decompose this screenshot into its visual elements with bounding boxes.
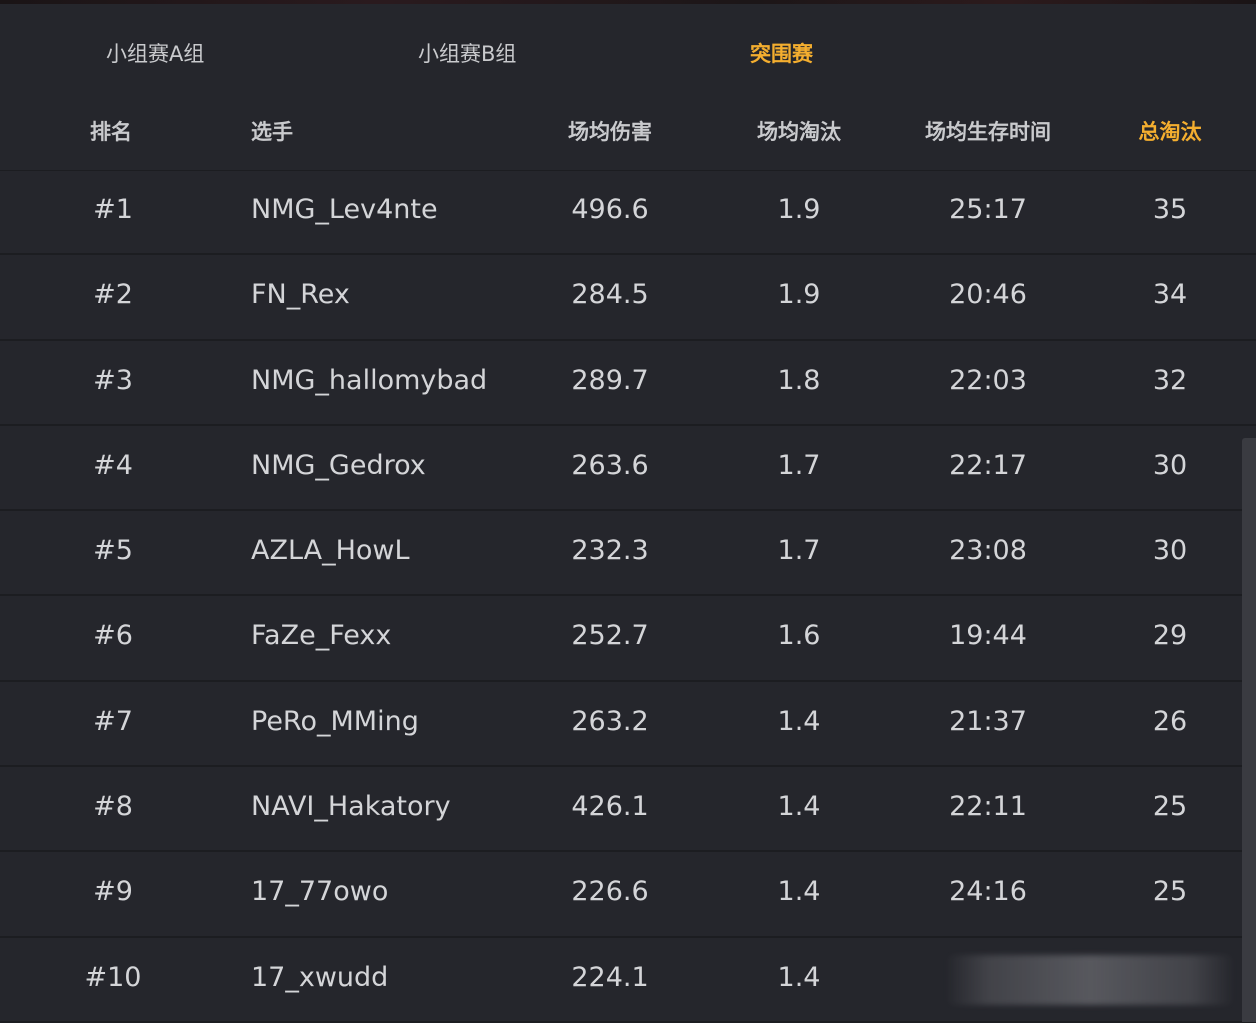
cell-avg-damage: 496.6 (571, 194, 649, 225)
cell-player: AZLA_HowL (251, 535, 410, 567)
tab-group-a[interactable]: 小组赛A组 (106, 38, 204, 68)
cell-player: PeRo_MMing (251, 705, 419, 737)
cell-avg-damage: 263.2 (571, 705, 649, 737)
cell-rank: #4 (93, 449, 133, 481)
tab-bar: 小组赛A组 小组赛B组 突围赛 (0, 4, 1256, 94)
cell-avg-kills: 1.8 (777, 364, 821, 396)
table-row[interactable]: #5 AZLA_HowL 232.3 1.7 23:08 30 (0, 511, 1256, 597)
cell-avg-survival: 22:03 (949, 364, 1027, 396)
cell-rank: #1 (93, 194, 133, 225)
cell-avg-survival: 24:16 (949, 876, 1027, 908)
cell-player: NMG_Lev4nte (251, 194, 438, 225)
table-row[interactable]: #6 FaZe_Fexx 252.7 1.6 19:44 29 (0, 596, 1256, 682)
cell-total-kills: 25 (1152, 791, 1188, 823)
cell-avg-damage: 426.1 (571, 791, 649, 823)
cell-rank: #2 (93, 279, 133, 311)
cell-avg-damage: 284.5 (571, 279, 649, 311)
cell-avg-kills: 1.4 (777, 705, 821, 737)
cell-avg-damage: 263.6 (571, 449, 649, 481)
cell-avg-damage: 226.6 (571, 876, 649, 908)
table-row[interactable]: #7 PeRo_MMing 263.2 1.4 21:37 26 (0, 682, 1256, 768)
table-row[interactable]: #3 NMG_hallomybad 289.7 1.8 22:03 32 (0, 341, 1256, 426)
cell-avg-survival: 22:17 (949, 449, 1027, 481)
cell-total-kills: 29 (1152, 620, 1188, 652)
cell-avg-survival: 20:46 (949, 279, 1027, 311)
cell-avg-survival: 23:08 (949, 535, 1027, 567)
cell-avg-kills: 1.4 (777, 876, 821, 908)
cell-player: FaZe_Fexx (251, 620, 392, 652)
cell-total-kills: 35 (1152, 194, 1188, 225)
table-row[interactable]: #1 NMG_Lev4nte 496.6 1.9 25:17 35 (0, 170, 1256, 256)
cell-avg-kills: 1.9 (777, 194, 821, 225)
cell-total-kills: 25 (1152, 876, 1188, 908)
cell-total-kills: 26 (1152, 705, 1188, 737)
header-total-kills[interactable]: 总淘汰 (1139, 116, 1202, 146)
cell-rank: #5 (93, 535, 133, 567)
cell-avg-kills: 1.4 (777, 791, 821, 823)
cell-avg-kills: 1.7 (777, 449, 821, 481)
table-row[interactable]: #8 NAVI_Hakatory 426.1 1.4 22:11 25 (0, 767, 1256, 853)
cell-total-kills: 30 (1152, 535, 1188, 567)
header-avg-damage[interactable]: 场均伤害 (568, 116, 652, 146)
cell-rank: #6 (93, 620, 133, 652)
cell-player: 17_77owo (251, 876, 389, 908)
cell-avg-kills: 1.7 (777, 535, 821, 567)
cell-avg-damage: 252.7 (571, 620, 649, 652)
cell-player: NMG_hallomybad (251, 364, 488, 396)
cell-player: NAVI_Hakatory (251, 791, 451, 823)
cell-avg-kills: 1.4 (777, 961, 821, 993)
cell-avg-survival: 22:11 (949, 791, 1027, 823)
tab-breakout[interactable]: 突围赛 (750, 38, 813, 68)
watermark (945, 955, 1235, 1005)
cell-player: FN_Rex (251, 279, 350, 311)
cell-avg-survival: 19:44 (949, 620, 1027, 652)
cell-avg-kills: 1.9 (777, 279, 821, 311)
cell-rank: #10 (84, 961, 142, 993)
header-avg-survival[interactable]: 场均生存时间 (925, 116, 1051, 146)
cell-total-kills: 34 (1152, 279, 1188, 311)
cell-avg-survival: 25:17 (949, 194, 1027, 225)
header-avg-kills[interactable]: 场均淘汰 (757, 116, 841, 146)
cell-total-kills: 32 (1152, 364, 1188, 396)
ranking-table: #1 NMG_Lev4nte 496.6 1.9 25:17 35 #2 FN_Rex 284.… (0, 170, 1256, 1023)
cell-rank: #8 (93, 791, 133, 823)
cell-player: NMG_Gedrox (251, 449, 426, 481)
cell-rank: #7 (93, 705, 133, 737)
cell-avg-damage: 232.3 (571, 535, 649, 567)
cell-rank: #3 (93, 364, 133, 396)
cell-avg-damage: 224.1 (571, 961, 649, 993)
cell-avg-damage: 289.7 (571, 364, 649, 396)
cell-rank: #9 (93, 876, 133, 908)
table-row[interactable]: #2 FN_Rex 284.5 1.9 20:46 34 (0, 255, 1256, 341)
table-row[interactable]: #4 NMG_Gedrox 263.6 1.7 22:17 30 (0, 426, 1256, 512)
table-row[interactable]: #9 17_77owo 226.6 1.4 24:16 25 (0, 852, 1256, 938)
cell-avg-survival: 21:37 (949, 705, 1027, 737)
cell-player: 17_xwudd (251, 961, 389, 993)
cell-total-kills: 30 (1152, 449, 1188, 481)
header-rank[interactable]: 排名 (90, 116, 132, 146)
cell-avg-kills: 1.6 (777, 620, 821, 652)
tab-group-b[interactable]: 小组赛B组 (418, 38, 516, 68)
scrollbar[interactable] (1242, 438, 1256, 1022)
table-header: 排名 选手 场均伤害 场均淘汰 场均生存时间 总淘汰 (0, 94, 1256, 171)
header-player[interactable]: 选手 (251, 116, 293, 146)
